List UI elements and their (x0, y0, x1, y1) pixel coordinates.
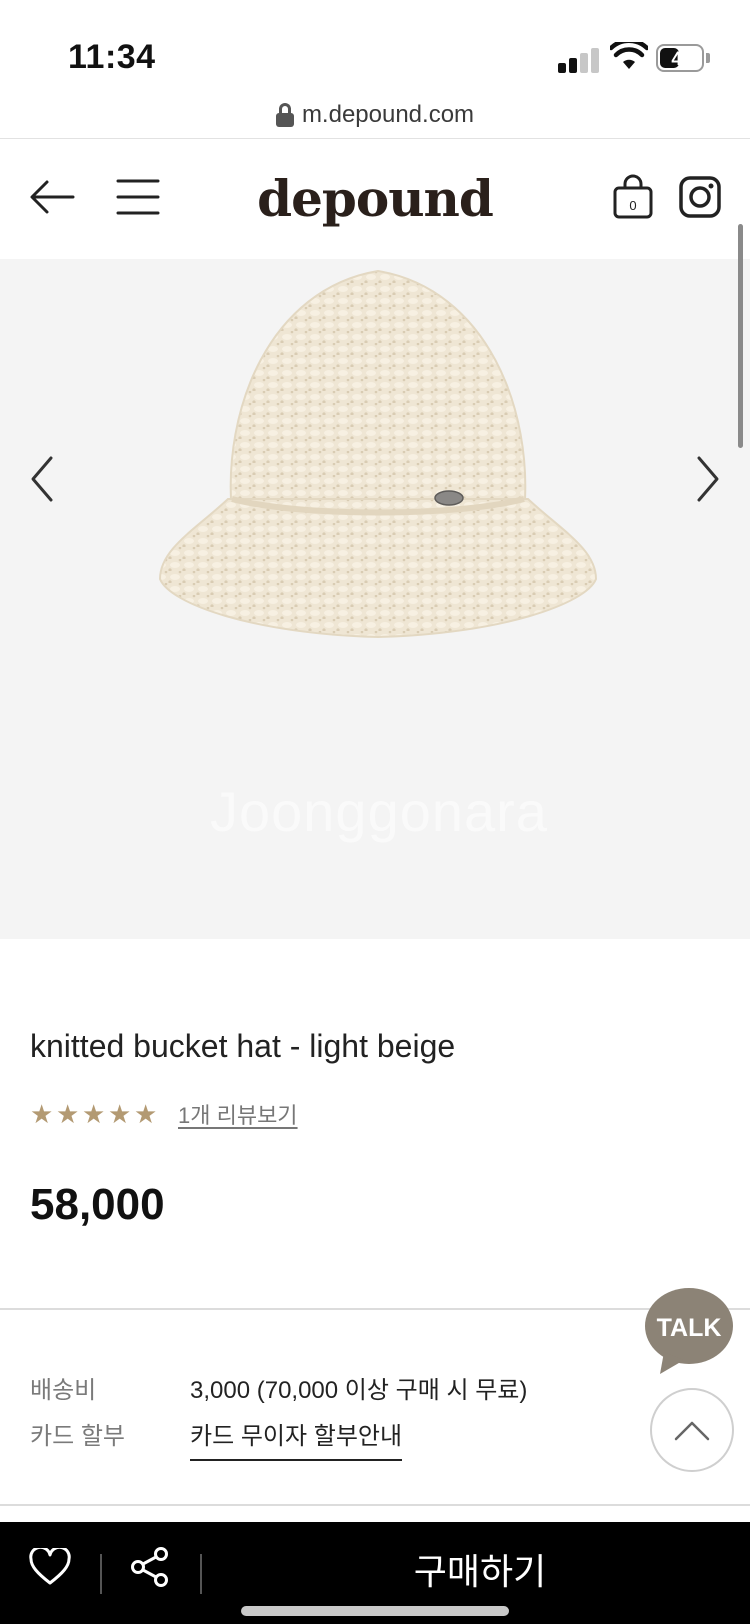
share-button[interactable] (110, 1532, 190, 1602)
star-icon: ★ (56, 1099, 80, 1129)
shopping-bag-icon: 0 (613, 174, 653, 219)
instagram-button[interactable] (670, 167, 730, 227)
divider (0, 1308, 750, 1310)
product-price: 58,000 (30, 1180, 165, 1229)
cart-count: 0 (629, 198, 636, 213)
divider (200, 1554, 202, 1594)
product-title: knitted bucket hat - light beige (30, 1028, 456, 1064)
product-image-gallery[interactable]: Joonggonara (0, 259, 750, 939)
share-icon (131, 1547, 168, 1587)
wifi-icon (610, 42, 648, 69)
home-indicator (241, 1606, 509, 1616)
cellular-signal-icon (558, 47, 600, 73)
rating-stars: ★ ★ ★ ★ ★ (30, 1099, 158, 1129)
scroll-to-top-button[interactable] (650, 1388, 734, 1472)
talk-label: TALK (657, 1314, 722, 1342)
heart-icon (29, 1548, 71, 1585)
star-icon: ★ (30, 1099, 54, 1129)
card-installment-label: 카드 할부 (30, 1423, 125, 1450)
product-rating: ★ ★ ★ ★ ★ 1개 리뷰보기 (30, 1098, 298, 1130)
watermark-text: Joonggonara (210, 780, 548, 843)
cart-button[interactable]: 0 (603, 167, 663, 227)
chevron-right-icon (697, 456, 719, 502)
card-installment-row: 카드 할부 카드 무이자 할부안내 (30, 1416, 403, 1461)
card-installment-link[interactable]: 카드 무이자 할부안내 (190, 1416, 403, 1461)
site-header: depound 0 (0, 139, 750, 259)
battery-icon: 43 (656, 44, 710, 72)
gallery-next-button[interactable] (678, 439, 738, 519)
address-bar[interactable]: m.depound.com (0, 92, 750, 138)
lock-icon (275, 103, 294, 127)
page-scrollbar[interactable] (738, 224, 743, 448)
instagram-icon (679, 176, 721, 218)
url-text: m.depound.com (301, 101, 475, 128)
chevron-left-icon (31, 456, 53, 502)
star-icon: ★ (82, 1099, 106, 1129)
buy-now-button[interactable]: 구매하기 (210, 1522, 750, 1616)
wishlist-button[interactable] (10, 1532, 90, 1602)
status-time: 11:34 (68, 38, 156, 76)
shipping-label: 배송비 (30, 1377, 97, 1404)
battery-level: 43 (671, 49, 693, 70)
chevron-up-icon (674, 1421, 710, 1441)
divider (100, 1554, 102, 1594)
gallery-prev-button[interactable] (12, 439, 72, 519)
star-icon: ★ (134, 1099, 158, 1129)
star-icon: ★ (108, 1099, 132, 1129)
divider (0, 1504, 750, 1506)
talk-chat-bubble-icon: TALK (645, 1288, 733, 1374)
shipping-row: 배송비 3,000 (70,000 이상 구매 시 무료) (30, 1370, 527, 1405)
status-bar: 11:34 43 (0, 0, 750, 100)
kakao-talk-button[interactable]: TALK (644, 1286, 734, 1376)
review-link[interactable]: 1개 리뷰보기 (178, 1098, 298, 1130)
shipping-value: 3,000 (70,000 이상 구매 시 무료) (190, 1377, 528, 1404)
